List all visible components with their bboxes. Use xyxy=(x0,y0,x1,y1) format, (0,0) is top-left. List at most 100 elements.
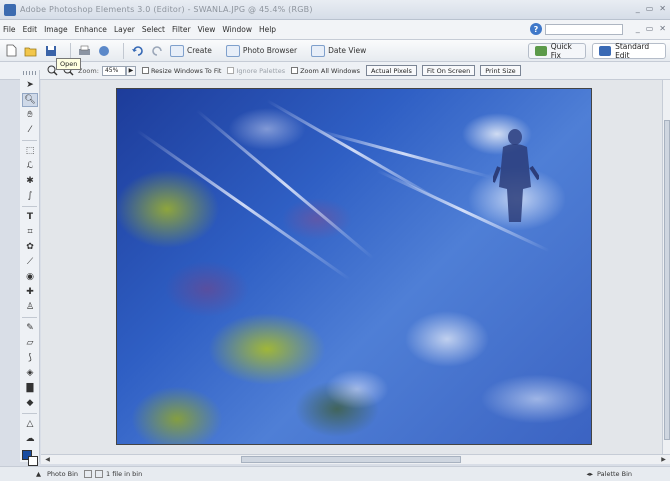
photo-browser-button[interactable]: Photo Browser xyxy=(225,44,297,57)
photo-bin-triangle-icon[interactable]: ▲ xyxy=(36,470,41,478)
new-file-icon[interactable] xyxy=(4,44,18,58)
zoom-slider-arrow-icon[interactable]: ▶ xyxy=(125,65,136,76)
shape-tool-icon[interactable]: ◆ xyxy=(22,396,38,410)
color-swatches[interactable] xyxy=(22,450,38,466)
create-label: Create xyxy=(187,46,212,55)
crop-tool-icon[interactable]: ⌗ xyxy=(22,225,38,239)
hand-tool-icon[interactable]: ✋︎ xyxy=(22,108,38,122)
healing-brush-tool-icon[interactable]: ✚ xyxy=(22,285,38,299)
doc-minimize-button[interactable]: _ xyxy=(636,24,640,33)
blur-tool-icon[interactable]: △ xyxy=(22,417,38,431)
brush-tool-icon[interactable]: ⟆ xyxy=(22,351,38,365)
create-icon xyxy=(170,44,184,57)
options-bar: Zoom: 45% ▶ Resize Windows To Fit Ignore… xyxy=(0,62,670,80)
resize-windows-label: Resize Windows To Fit xyxy=(150,66,222,75)
selection-brush-tool-icon[interactable]: ∫ xyxy=(22,189,38,203)
help-icon[interactable]: ? xyxy=(530,23,542,35)
title-bar: Adobe Photoshop Elements 3.0 (Editor) - … xyxy=(0,0,670,20)
image-streak xyxy=(316,129,492,179)
zoom-input[interactable]: 45% xyxy=(101,65,126,76)
files-in-bin-label: 1 file in bin xyxy=(106,470,143,478)
date-view-label: Date View xyxy=(328,46,367,55)
menu-view[interactable]: View xyxy=(198,25,216,34)
standard-edit-button[interactable]: Standard Edit xyxy=(592,42,666,60)
save-icon[interactable] xyxy=(44,44,58,58)
palette-bin-toggle[interactable]: ◂▸ Palette Bin xyxy=(587,470,633,478)
type-tool-icon[interactable]: T xyxy=(22,210,38,224)
lasso-tool-icon[interactable]: ℒ xyxy=(22,159,38,173)
standard-edit-label: Standard Edit xyxy=(615,42,650,60)
actual-pixels-button[interactable]: Actual Pixels xyxy=(366,65,417,76)
sponge-tool-icon[interactable]: ☁ xyxy=(22,432,38,446)
menu-enhance[interactable]: Enhance xyxy=(75,25,107,34)
menu-layer[interactable]: Layer xyxy=(114,25,135,34)
minimize-button[interactable]: _ xyxy=(636,4,640,13)
zoom-all-windows-checkbox[interactable] xyxy=(291,67,299,74)
app-icon xyxy=(4,3,16,16)
horizontal-scroll-thumb[interactable] xyxy=(241,456,461,463)
clone-stamp-tool-icon[interactable]: ♙ xyxy=(22,300,38,314)
quick-fix-icon xyxy=(535,46,547,56)
toolbar-separator xyxy=(123,42,124,59)
marquee-tool-icon[interactable]: ⬚ xyxy=(22,144,38,158)
undo-icon[interactable] xyxy=(130,44,144,58)
zoom-tool-icon[interactable]: 🔍︎ xyxy=(22,93,38,107)
magic-wand-tool-icon[interactable]: ✱ xyxy=(22,174,38,188)
scroll-left-arrow-icon[interactable]: ◀ xyxy=(43,455,52,464)
open-tooltip: Open xyxy=(56,58,82,70)
menu-window[interactable]: Window xyxy=(222,25,252,34)
paint-bucket-tool-icon[interactable]: ◈ xyxy=(22,366,38,380)
close-button[interactable]: ✕ xyxy=(659,4,666,13)
doc-restore-button[interactable]: ▭ xyxy=(646,24,654,33)
resize-windows-checkbox[interactable] xyxy=(141,67,149,74)
bin-option-icon[interactable] xyxy=(84,470,92,478)
photo-canvas[interactable] xyxy=(116,88,592,445)
fit-on-screen-button[interactable]: Fit On Screen xyxy=(421,65,476,76)
status-bar: ▲ Photo Bin 1 file in bin ◂▸ Palette Bin xyxy=(0,466,670,481)
quick-fix-button[interactable]: Quick Fix xyxy=(528,42,586,60)
standard-edit-icon xyxy=(599,46,612,56)
palette-bin-arrow-icon: ◂▸ xyxy=(586,470,594,478)
reflected-figure-image xyxy=(493,129,539,222)
redo-icon[interactable] xyxy=(150,44,164,58)
menu-filter[interactable]: Filter xyxy=(172,25,191,34)
menu-bar: File Edit Image Enhance Layer Select Fil… xyxy=(0,20,670,40)
background-color-swatch[interactable] xyxy=(28,456,38,466)
straighten-tool-icon[interactable]: ⟋ xyxy=(22,255,38,269)
menu-select[interactable]: Select xyxy=(142,25,165,34)
red-eye-tool-icon[interactable]: ◉ xyxy=(22,270,38,284)
online-services-icon[interactable] xyxy=(97,44,111,58)
scroll-right-arrow-icon[interactable]: ▶ xyxy=(659,455,668,464)
horizontal-scrollbar[interactable]: ◀ ▶ xyxy=(41,454,670,464)
tool-separator xyxy=(22,206,37,207)
bin-view-icon[interactable] xyxy=(95,470,103,478)
tool-separator xyxy=(22,140,37,141)
ignore-palettes-label: Ignore Palettes xyxy=(236,66,286,75)
photo-bin-label[interactable]: Photo Bin xyxy=(47,470,78,478)
menu-image[interactable]: Image xyxy=(44,25,68,34)
print-icon[interactable] xyxy=(77,44,91,58)
help-search-input[interactable] xyxy=(545,24,623,35)
toolbox-grip[interactable] xyxy=(23,71,36,75)
cookie-cutter-tool-icon[interactable]: ✿ xyxy=(22,240,38,254)
gradient-tool-icon[interactable]: ▇ xyxy=(22,381,38,395)
image-streak xyxy=(196,109,375,260)
move-tool-icon[interactable]: ➤ xyxy=(22,78,38,92)
maximize-button[interactable]: ▭ xyxy=(646,4,654,13)
menu-file[interactable]: File xyxy=(3,25,16,34)
open-folder-icon[interactable] xyxy=(24,44,38,58)
vertical-scroll-thumb[interactable] xyxy=(664,120,670,440)
eyedropper-tool-icon[interactable]: ⁄ xyxy=(22,123,38,137)
palette-bin-label: Palette Bin xyxy=(597,470,632,478)
pencil-tool-icon[interactable]: ✎ xyxy=(22,321,38,335)
doc-close-button[interactable]: ✕ xyxy=(659,24,666,33)
vertical-scrollbar[interactable] xyxy=(662,80,670,454)
print-size-button[interactable]: Print Size xyxy=(480,65,521,76)
eraser-tool-icon[interactable]: ▱ xyxy=(22,336,38,350)
menu-edit[interactable]: Edit xyxy=(23,25,38,34)
create-button[interactable]: Create xyxy=(170,44,212,57)
photo-browser-icon xyxy=(225,44,240,57)
date-view-button[interactable]: Date View xyxy=(311,44,367,57)
menu-help[interactable]: Help xyxy=(259,25,276,34)
ignore-palettes-checkbox[interactable] xyxy=(227,67,235,74)
